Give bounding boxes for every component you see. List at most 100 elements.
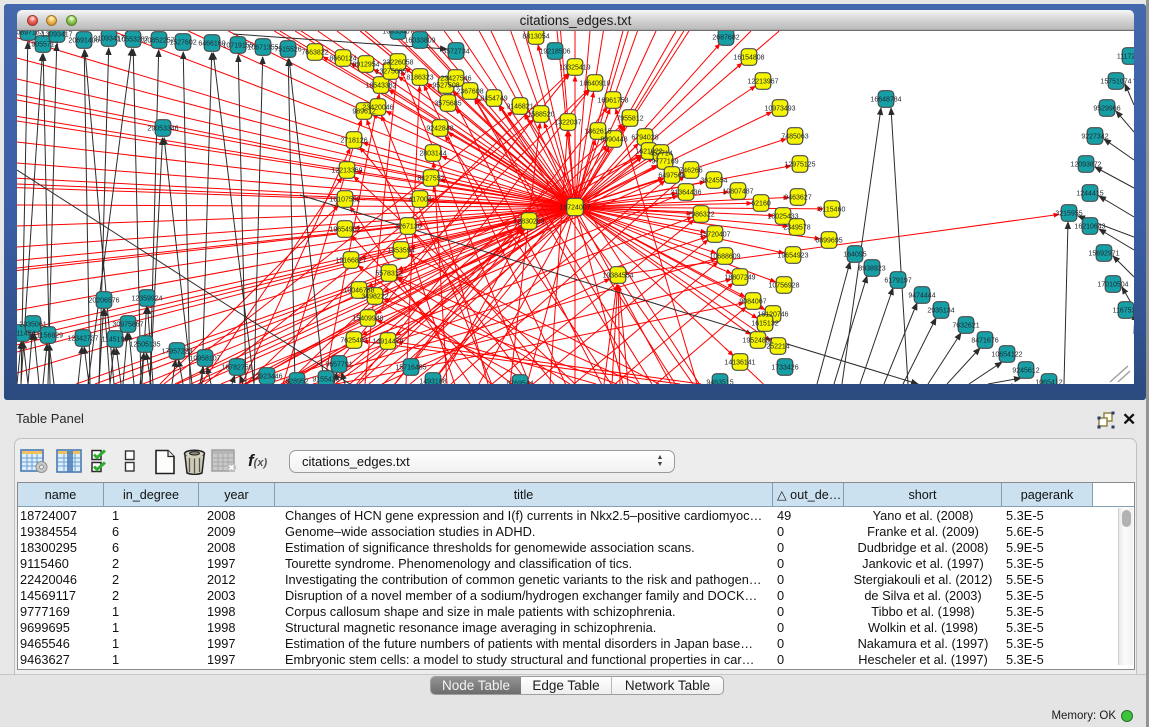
- svg-text:1353594: 1353594: [387, 248, 414, 255]
- svg-text:8990448: 8990448: [600, 137, 627, 144]
- svg-text:3498222: 3498222: [361, 294, 388, 301]
- svg-text:13275085: 13275085: [375, 69, 406, 76]
- svg-text:1145194: 1145194: [102, 337, 129, 344]
- svg-text:1167534: 1167534: [1113, 308, 1134, 315]
- svg-text:9115460: 9115460: [819, 207, 846, 214]
- svg-text:3572734: 3572734: [442, 49, 469, 56]
- svg-text:8813054: 8813054: [522, 34, 549, 41]
- svg-text:7986322: 7986322: [687, 212, 714, 219]
- svg-text:12213967: 12213967: [747, 79, 778, 86]
- svg-text:12830203: 12830203: [513, 219, 544, 226]
- svg-text:1244415: 1244415: [1076, 191, 1103, 198]
- svg-text:3624554: 3624554: [700, 178, 727, 185]
- svg-text:7515526: 7515526: [274, 47, 301, 54]
- svg-text:8427552: 8427552: [417, 176, 444, 183]
- svg-text:16782759: 16782759: [221, 365, 252, 372]
- svg-text:6899695: 6899695: [815, 238, 842, 245]
- svg-text:7663822: 7663822: [301, 50, 328, 57]
- svg-text:12359924: 12359924: [131, 296, 162, 303]
- svg-text:12505135: 12505135: [129, 342, 160, 349]
- svg-text:3267130: 3267130: [394, 224, 421, 231]
- svg-text:20897183: 20897183: [17, 31, 44, 37]
- svg-text:12923446: 12923446: [251, 374, 282, 381]
- svg-text:19654923: 19654923: [777, 253, 808, 260]
- svg-text:10756928: 10756928: [768, 283, 799, 290]
- svg-text:17957223: 17957223: [161, 349, 192, 356]
- svg-text:9227342: 9227342: [1081, 134, 1108, 141]
- svg-text:9463627: 9463627: [784, 195, 811, 202]
- svg-text:7632621: 7632621: [952, 323, 979, 330]
- svg-text:12975125: 12975125: [784, 162, 815, 169]
- svg-text:62160: 62160: [751, 201, 771, 208]
- svg-text:21364436: 21364436: [670, 190, 701, 197]
- svg-text:10973493: 10973493: [764, 106, 795, 113]
- svg-text:164095: 164095: [843, 252, 866, 259]
- svg-text:2349578: 2349578: [783, 225, 810, 232]
- svg-text:16120746: 16120746: [757, 312, 788, 319]
- svg-text:3575685: 3575685: [434, 101, 461, 108]
- svg-text:30975867: 30975867: [112, 322, 143, 329]
- svg-text:8454749: 8454749: [480, 96, 507, 103]
- svg-text:14136141: 14136141: [724, 360, 755, 367]
- svg-text:10654122: 10654122: [991, 352, 1022, 359]
- svg-text:18640910: 18640910: [579, 81, 610, 88]
- svg-text:2718126: 2718126: [340, 138, 367, 145]
- svg-text:828952: 828952: [285, 379, 308, 384]
- svg-text:10958107: 10958107: [189, 356, 220, 363]
- svg-text:16648784: 16648784: [870, 97, 901, 104]
- svg-text:9146821: 9146821: [506, 104, 533, 111]
- svg-text:2687682: 2687682: [712, 35, 739, 42]
- svg-text:16961758: 16961758: [597, 98, 628, 105]
- svg-text:9245612: 9245612: [1012, 368, 1039, 375]
- svg-text:19055713: 19055713: [27, 42, 58, 49]
- svg-text:18807249: 18807249: [724, 275, 755, 282]
- svg-text:9155433: 9155433: [312, 377, 339, 384]
- svg-text:6794028: 6794028: [631, 135, 658, 142]
- svg-text:19218506: 19218506: [539, 49, 570, 56]
- svg-text:11156829: 11156829: [33, 333, 63, 340]
- svg-text:23226058: 23226058: [382, 60, 413, 67]
- svg-text:10688609: 10688609: [709, 254, 740, 261]
- svg-text:1322037: 1322037: [554, 120, 581, 127]
- svg-text:2935134: 2935134: [927, 308, 954, 315]
- svg-text:8471676: 8471676: [971, 338, 998, 345]
- svg-text:19384554: 19384554: [602, 273, 633, 280]
- svg-text:6179197: 6179197: [884, 278, 911, 285]
- svg-text:9242848: 9242848: [426, 126, 453, 133]
- svg-text:1493188: 1493188: [419, 379, 446, 384]
- svg-text:5578312: 5578312: [375, 271, 402, 278]
- svg-text:15751074: 15751074: [1100, 79, 1131, 86]
- svg-text:2367608: 2367608: [456, 89, 483, 96]
- svg-text:12213369: 12213369: [331, 168, 362, 175]
- svg-text:12342737: 12342737: [67, 336, 98, 343]
- svg-text:23427546: 23427546: [440, 76, 471, 83]
- svg-text:1362615: 1362615: [584, 129, 611, 136]
- svg-text:1117296: 1117296: [1117, 54, 1134, 61]
- svg-text:9777169: 9777169: [651, 159, 678, 166]
- svg-text:15720407: 15720407: [699, 232, 730, 239]
- svg-text:9657791: 9657791: [325, 362, 352, 369]
- svg-text:8912954: 8912954: [352, 62, 379, 69]
- svg-text:9474444: 9474444: [908, 293, 935, 300]
- svg-text:16033809: 16033809: [404, 38, 435, 45]
- svg-text:15409948: 15409948: [352, 316, 383, 323]
- svg-text:16210643: 16210643: [1074, 224, 1105, 231]
- svg-text:417004: 417004: [408, 197, 431, 204]
- svg-text:20206576: 20206576: [88, 298, 119, 305]
- svg-text:15716485: 15716485: [395, 365, 426, 372]
- svg-text:19654952: 19654952: [329, 227, 360, 234]
- svg-text:457714: 457714: [649, 151, 672, 158]
- svg-text:15692971: 15692971: [1088, 251, 1119, 258]
- svg-text:1733426: 1733426: [771, 365, 798, 372]
- svg-text:1588520: 1588520: [527, 112, 554, 119]
- svg-text:12093872: 12093872: [1070, 162, 1101, 169]
- svg-text:10025433: 10025433: [767, 214, 798, 221]
- svg-text:13325419: 13325419: [559, 65, 590, 72]
- svg-text:8938923: 8938923: [858, 266, 885, 273]
- svg-text:7485063: 7485063: [781, 134, 808, 141]
- svg-text:2335061: 2335061: [19, 322, 46, 329]
- svg-text:2803144: 2803144: [419, 151, 446, 158]
- svg-text:8769544: 8769544: [506, 381, 533, 384]
- svg-text:23420046: 23420046: [362, 105, 393, 112]
- svg-text:1065412: 1065412: [1035, 380, 1062, 384]
